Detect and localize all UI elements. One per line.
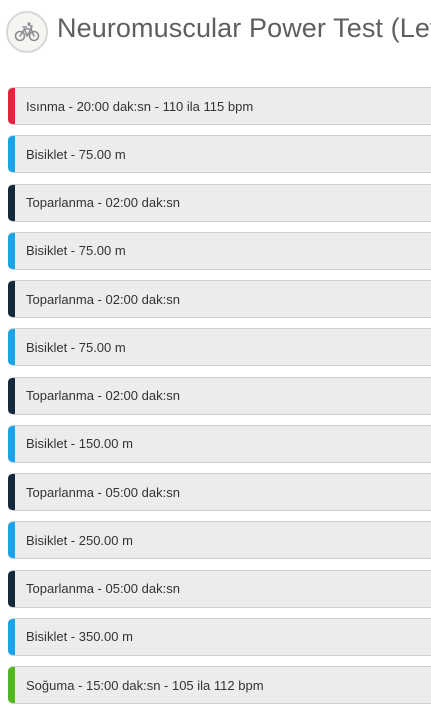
workout-step-bike[interactable]: Bisiklet - 350.00 m bbox=[8, 617, 431, 656]
step-type-color-bar bbox=[8, 570, 15, 607]
workout-step-bike[interactable]: Bisiklet - 75.00 m bbox=[8, 135, 431, 174]
step-label: Toparlanma - 02:00 dak:sn bbox=[26, 195, 180, 210]
workout-step-recovery[interactable]: Toparlanma - 02:00 dak:sn bbox=[8, 280, 431, 318]
sport-avatar bbox=[6, 11, 48, 53]
step-label: Isınma - 20:00 dak:sn - 110 ila 115 bpm bbox=[26, 98, 254, 114]
step-label: Soğuma - 15:00 dak:sn - 105 ila 112 bpm bbox=[26, 677, 264, 693]
workout-step-bike[interactable]: Bisiklet - 75.00 m bbox=[8, 231, 431, 270]
step-type-color-bar bbox=[8, 184, 15, 221]
step-label: Toparlanma - 05:00 dak:sn bbox=[26, 581, 180, 596]
workout-step-recovery[interactable]: Toparlanma - 02:00 dak:sn bbox=[8, 376, 431, 415]
step-type-color-bar bbox=[8, 667, 15, 703]
workout-step-recovery[interactable]: Toparlanma - 02:00 dak:sn bbox=[8, 183, 431, 222]
workout-step-recovery[interactable]: Toparlanma - 05:00 dak:sn bbox=[8, 569, 431, 608]
step-type-color-bar bbox=[8, 425, 15, 462]
workout-step-bike[interactable]: Bisiklet - 75.00 m bbox=[8, 328, 431, 367]
page-title: Neuromuscular Power Test (Level bbox=[57, 13, 431, 43]
workout-step-recovery[interactable]: Toparlanma - 05:00 dak:sn bbox=[8, 473, 431, 511]
step-type-color-bar bbox=[8, 88, 15, 124]
step-label: Toparlanma - 05:00 dak:sn bbox=[26, 484, 180, 500]
workout-step-warmup[interactable]: Isınma - 20:00 dak:sn - 110 ila 115 bpm bbox=[8, 87, 431, 125]
step-label: Bisiklet - 75.00 m bbox=[26, 243, 126, 259]
step-type-color-bar bbox=[8, 474, 15, 510]
step-type-color-bar bbox=[8, 329, 15, 366]
step-type-color-bar bbox=[8, 136, 15, 173]
step-label: Bisiklet - 75.00 m bbox=[26, 339, 126, 355]
step-label: Bisiklet - 150.00 m bbox=[26, 436, 133, 452]
step-type-color-bar bbox=[8, 232, 15, 269]
workout-step-bike[interactable]: Bisiklet - 250.00 m bbox=[8, 521, 431, 560]
step-label: Toparlanma - 02:00 dak:sn bbox=[26, 388, 180, 403]
bicycle-icon bbox=[14, 21, 40, 43]
workout-header: Neuromuscular Power Test (Level bbox=[0, 0, 431, 64]
step-label: Toparlanma - 02:00 dak:sn bbox=[26, 291, 180, 307]
step-type-color-bar bbox=[8, 377, 15, 414]
step-type-color-bar bbox=[8, 281, 15, 317]
workout-step-bike[interactable]: Bisiklet - 150.00 m bbox=[8, 424, 431, 463]
workout-step-cooldown[interactable]: Soğuma - 15:00 dak:sn - 105 ila 112 bpm bbox=[8, 666, 431, 704]
step-label: Bisiklet - 350.00 m bbox=[26, 629, 133, 645]
step-label: Bisiklet - 75.00 m bbox=[26, 146, 126, 162]
step-type-color-bar bbox=[8, 618, 15, 655]
step-label: Bisiklet - 250.00 m bbox=[26, 532, 133, 548]
step-type-color-bar bbox=[8, 522, 15, 559]
